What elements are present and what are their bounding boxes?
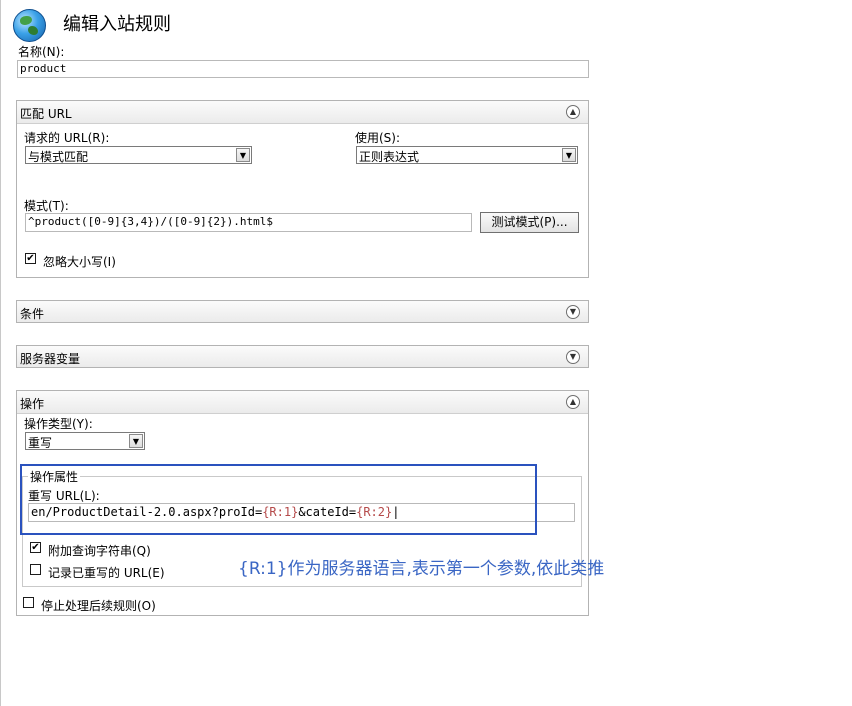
page-title: 编辑入站规则 [63,14,171,35]
name-input[interactable]: product [17,60,589,78]
requested-url-select[interactable]: 与模式匹配 ▼ [25,146,252,164]
match-url-title: 匹配 URL [20,107,72,121]
dropdown-arrow-icon[interactable]: ▼ [236,148,250,162]
action-type-select[interactable]: 重写 ▼ [25,432,145,450]
test-pattern-button[interactable]: 测试模式(P)... [480,212,579,233]
pattern-input[interactable]: ^product([0-9]{3,4})/([0-9]{2}).html$ [25,213,472,232]
server-variables-panel: 服务器变量 ▼ [16,345,589,368]
append-query-checkbox[interactable]: ✔ [30,542,41,553]
log-rewritten-checkbox[interactable] [30,564,41,575]
globe-icon [13,9,46,42]
chevron-down-icon[interactable]: ▼ [566,350,580,364]
action-type-value: 重写 [28,436,53,450]
checkmark-icon: ✔ [26,253,35,264]
ignore-case-label: 忽略大小写(I) [43,255,116,269]
server-variables-header[interactable]: 服务器变量 ▼ [17,346,588,367]
name-label: 名称(N): [18,45,65,59]
stop-processing-label: 停止处理后续规则(O) [41,599,156,613]
chevron-up-icon[interactable]: ▲ [566,395,580,409]
match-url-header[interactable]: 匹配 URL ▲ [17,101,588,124]
requested-url-value: 与模式匹配 [28,150,89,164]
requested-url-label: 请求的 URL(R): [24,131,110,145]
using-value: 正则表达式 [359,150,420,164]
action-type-label: 操作类型(Y): [24,417,93,431]
using-label: 使用(S): [355,131,401,145]
action-title: 操作 [20,397,45,411]
annotation-text: {R:1}作为服务器语言,表示第一个参数,依此类推 [238,559,605,579]
highlight-box [20,464,537,535]
window-left-edge [0,0,1,706]
pattern-label: 模式(T): [24,199,69,213]
conditions-header[interactable]: 条件 ▼ [17,301,588,322]
chevron-down-icon[interactable]: ▼ [566,305,580,319]
ignore-case-checkbox[interactable]: ✔ [25,253,36,264]
log-rewritten-label: 记录已重写的 URL(E) [48,566,165,580]
conditions-panel: 条件 ▼ [16,300,589,323]
dropdown-arrow-icon[interactable]: ▼ [129,434,143,448]
dropdown-arrow-icon[interactable]: ▼ [562,148,576,162]
chevron-up-icon[interactable]: ▲ [566,105,580,119]
server-variables-title: 服务器变量 [20,352,81,366]
using-select[interactable]: 正则表达式 ▼ [356,146,578,164]
append-query-label: 附加查询字符串(Q) [48,544,151,558]
match-url-panel: 匹配 URL ▲ [16,100,589,278]
conditions-title: 条件 [20,307,45,321]
stop-processing-checkbox[interactable] [23,597,34,608]
action-header[interactable]: 操作 ▲ [17,391,588,414]
checkmark-icon: ✔ [31,542,40,553]
